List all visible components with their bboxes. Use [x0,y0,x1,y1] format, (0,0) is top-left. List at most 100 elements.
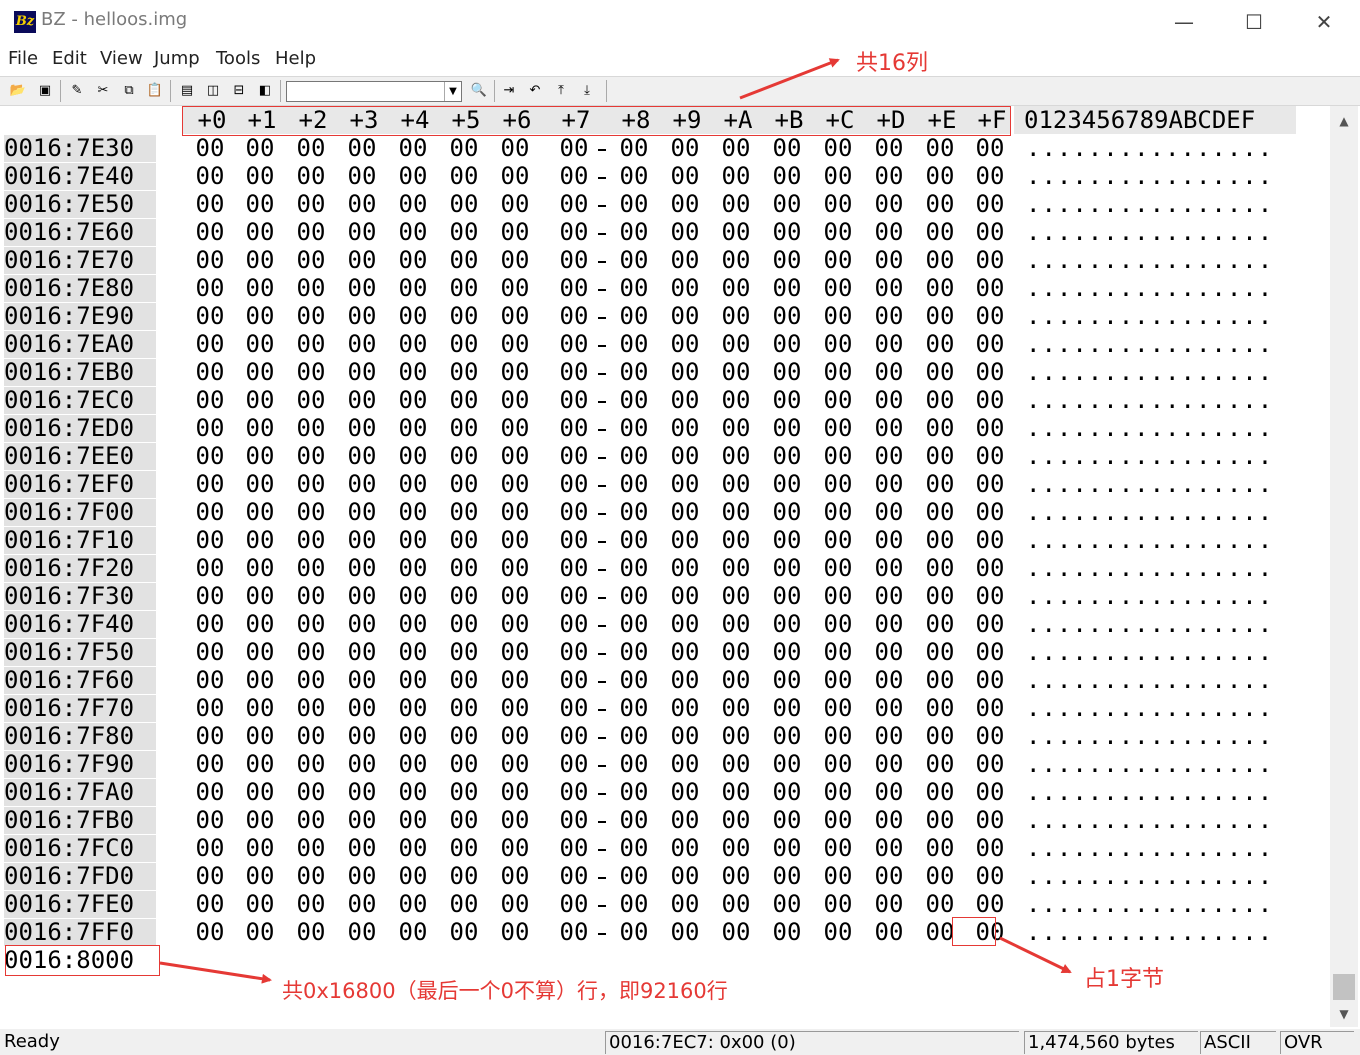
byte-cell[interactable]: 00 [970,891,1010,918]
byte-cell[interactable]: 00 [393,303,433,330]
byte-cell[interactable]: 00 [190,359,230,386]
byte-cell[interactable]: 00 [240,359,280,386]
ascii-row[interactable]: ................ [1026,359,1273,386]
byte-cell[interactable]: 00 [393,275,433,302]
byte-cell[interactable]: 00 [869,723,909,750]
byte-cell[interactable]: 00 [665,163,705,190]
byte-cell[interactable]: 00 [970,583,1010,610]
byte-cell[interactable]: 00 [393,135,433,162]
byte-cell[interactable]: 00 [818,863,858,890]
byte-cell[interactable]: 00 [665,471,705,498]
byte-cell[interactable]: 00 [291,695,331,722]
byte-cell[interactable]: 00 [818,415,858,442]
view-split-h-icon[interactable]: ◫ [204,82,222,100]
byte-cell[interactable]: 00 [393,471,433,498]
byte-cell[interactable]: 00 [444,359,484,386]
byte-cell[interactable]: 00 [818,303,858,330]
byte-cell[interactable]: 00 [665,275,705,302]
byte-cell[interactable]: 00 [342,135,382,162]
byte-cell[interactable]: 00 [190,751,230,778]
menu-file[interactable]: File [8,48,38,69]
byte-cell[interactable]: 00 [342,163,382,190]
byte-cell[interactable]: 00 [554,135,594,162]
byte-cell[interactable]: 00 [444,275,484,302]
ascii-row[interactable]: ................ [1026,611,1273,638]
byte-cell[interactable]: 00 [495,415,535,442]
byte-cell[interactable]: 00 [342,583,382,610]
byte-cell[interactable]: 00 [614,723,654,750]
byte-cell[interactable]: 00 [614,779,654,806]
byte-cell[interactable]: 00 [869,303,909,330]
byte-cell[interactable]: 00 [291,863,331,890]
byte-cell[interactable]: 00 [970,359,1010,386]
byte-cell[interactable]: 00 [614,471,654,498]
byte-cell[interactable]: 00 [818,191,858,218]
byte-cell[interactable]: 00 [495,387,535,414]
byte-cell[interactable]: 00 [869,275,909,302]
byte-cell[interactable]: 00 [767,415,807,442]
byte-cell[interactable]: 00 [869,695,909,722]
byte-cell[interactable]: 00 [970,247,1010,274]
byte-cell[interactable]: 00 [190,247,230,274]
byte-cell[interactable]: 00 [767,247,807,274]
byte-cell[interactable]: 00 [190,415,230,442]
menu-tools[interactable]: Tools [216,48,260,69]
byte-cell[interactable]: 00 [240,835,280,862]
byte-cell[interactable]: 00 [818,583,858,610]
byte-cell[interactable]: 00 [240,247,280,274]
byte-cell[interactable]: 00 [970,191,1010,218]
find-icon[interactable]: 🔍 [470,82,488,100]
byte-cell[interactable]: 00 [665,835,705,862]
byte-cell[interactable]: 00 [920,163,960,190]
byte-cell[interactable]: 00 [291,331,331,358]
byte-cell[interactable]: 00 [614,219,654,246]
byte-cell[interactable]: 00 [920,695,960,722]
copy-icon[interactable]: ⧉ [120,82,138,100]
ascii-row[interactable]: ................ [1026,639,1273,666]
byte-cell[interactable]: 00 [554,527,594,554]
byte-cell[interactable]: 00 [393,919,433,946]
byte-cell[interactable]: 00 [190,387,230,414]
byte-cell[interactable]: 00 [393,247,433,274]
byte-cell[interactable]: 00 [554,387,594,414]
byte-cell[interactable]: 00 [495,303,535,330]
menu-help[interactable]: Help [275,48,316,69]
byte-cell[interactable]: 00 [342,219,382,246]
byte-cell[interactable]: 00 [665,331,705,358]
ascii-row[interactable]: ................ [1026,415,1273,442]
byte-cell[interactable]: 00 [495,499,535,526]
byte-cell[interactable]: 00 [444,611,484,638]
ascii-row[interactable]: ................ [1026,331,1273,358]
byte-cell[interactable]: 00 [240,415,280,442]
byte-cell[interactable]: 00 [665,863,705,890]
ascii-row[interactable]: ................ [1026,667,1273,694]
byte-cell[interactable]: 00 [920,555,960,582]
byte-cell[interactable]: 00 [291,415,331,442]
byte-cell[interactable]: 00 [716,499,756,526]
byte-cell[interactable]: 00 [444,247,484,274]
byte-cell[interactable]: 00 [970,303,1010,330]
byte-cell[interactable]: 00 [767,807,807,834]
byte-cell[interactable]: 00 [869,583,909,610]
byte-cell[interactable]: 00 [190,163,230,190]
byte-cell[interactable]: 00 [495,919,535,946]
byte-cell[interactable]: 00 [240,219,280,246]
byte-cell[interactable]: 00 [970,471,1010,498]
byte-cell[interactable]: 00 [716,471,756,498]
byte-cell[interactable]: 00 [716,919,756,946]
byte-cell[interactable]: 00 [869,191,909,218]
ascii-row[interactable]: ................ [1026,695,1273,722]
byte-cell[interactable]: 00 [393,219,433,246]
byte-cell[interactable]: 00 [767,527,807,554]
byte-cell[interactable]: 00 [869,555,909,582]
byte-cell[interactable]: 00 [716,219,756,246]
byte-cell[interactable]: 00 [614,191,654,218]
byte-cell[interactable]: 00 [291,583,331,610]
byte-cell[interactable]: 00 [393,331,433,358]
byte-cell[interactable]: 00 [291,527,331,554]
byte-cell[interactable]: 00 [291,163,331,190]
byte-cell[interactable]: 00 [444,695,484,722]
byte-cell[interactable]: 00 [920,751,960,778]
byte-cell[interactable]: 00 [495,527,535,554]
byte-cell[interactable]: 00 [716,415,756,442]
